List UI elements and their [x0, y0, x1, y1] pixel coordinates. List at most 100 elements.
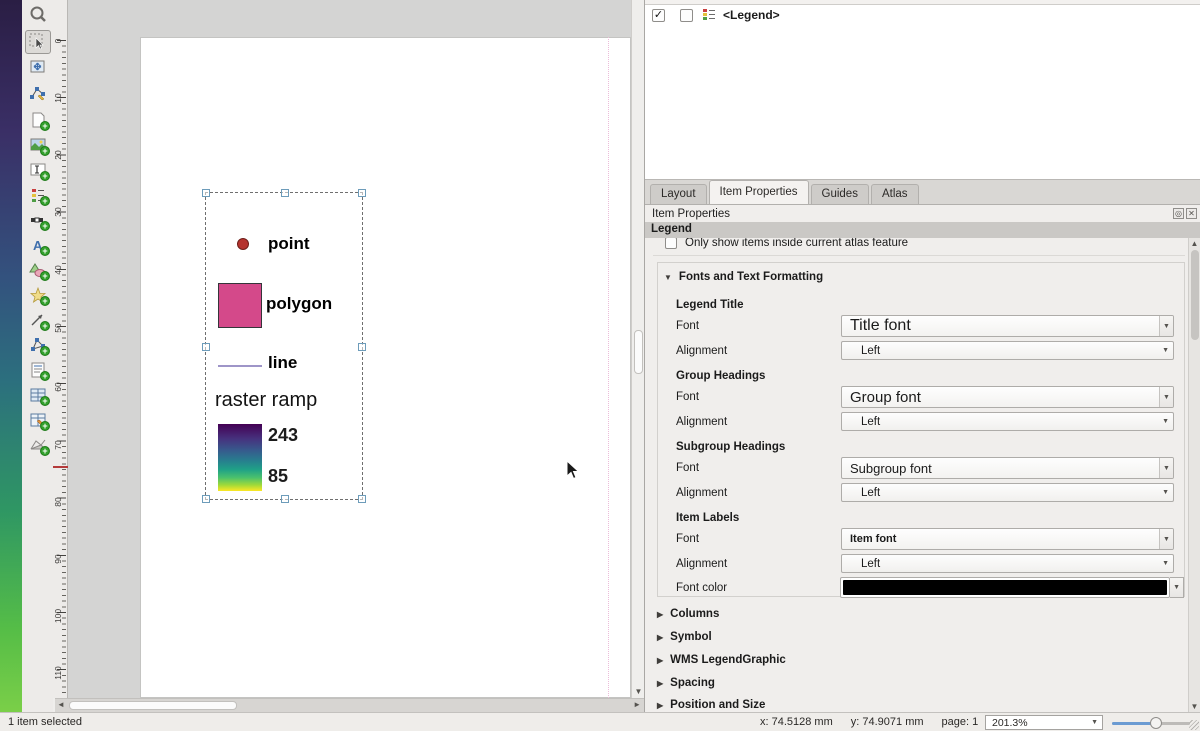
group-heading-legend-title: Legend Title [676, 299, 1184, 311]
add-picture-icon[interactable]: + [25, 133, 51, 157]
chevron-down-icon[interactable]: ▼ [1159, 387, 1173, 407]
window-resize-grip[interactable] [1189, 720, 1199, 730]
chevron-right-icon: ▶ [657, 633, 663, 642]
selected-legend-item[interactable]: point polygon line raster ramp 243 85 [205, 192, 363, 500]
subgroup-headings-font-button[interactable]: Subgroup font ▼ [841, 457, 1174, 479]
section-symbol[interactable]: ▶ Symbol [657, 629, 712, 645]
add-scalebar-icon[interactable]: + [25, 208, 51, 232]
add-legend-icon[interactable]: + [25, 183, 51, 207]
add-page-icon[interactable]: + [25, 108, 51, 132]
add-shape-icon[interactable]: + [25, 258, 51, 282]
section-spacing[interactable]: ▶ Spacing [657, 675, 715, 691]
panel-tabbar: Layout Item Properties Guides Atlas [645, 180, 1200, 205]
font-color-button[interactable] [840, 577, 1170, 598]
scroll-left-icon[interactable]: ◄ [57, 700, 65, 709]
legend-title-font-button[interactable]: Title font ▼ [841, 315, 1174, 337]
move-content-tool-icon[interactable] [25, 56, 51, 80]
raster-ramp-symbol [218, 424, 262, 491]
add-node-item-icon[interactable]: + [25, 333, 51, 357]
items-panel-list[interactable]: Item ✓ <Legend> [645, 0, 1200, 180]
group-headings-font-button[interactable]: Group font ▼ [841, 386, 1174, 408]
add-arrow-icon[interactable]: + [25, 308, 51, 332]
add-label-icon[interactable]: + [25, 158, 51, 182]
subgroup-headings-alignment-combo[interactable]: Left ▼ [841, 483, 1174, 502]
item-labels-font-button[interactable]: Item font ▼ [841, 528, 1174, 550]
tab-layout[interactable]: Layout [650, 184, 707, 204]
chevron-down-icon[interactable]: ▼ [1159, 529, 1173, 549]
chevron-right-icon: ▶ [657, 679, 663, 688]
chevron-down-icon[interactable]: ▼ [1170, 577, 1184, 598]
zoom-tool-icon[interactable] [25, 2, 51, 26]
polygon-symbol [218, 283, 262, 328]
cursor-x-readout: x: 74.5128 mm [760, 716, 833, 728]
legend-item-row[interactable]: ✓ <Legend> [645, 6, 780, 24]
ruler-label: 90 [53, 551, 63, 567]
line-symbol [218, 365, 262, 367]
close-panel-icon[interactable]: ✕ [1186, 208, 1197, 219]
legend-raster-title: raster ramp [215, 389, 317, 412]
selection-handle[interactable] [281, 189, 289, 197]
selection-handle[interactable] [202, 343, 210, 351]
qgis-layout-designer-window: + + + + + A+ + + + + + + [0, 0, 1200, 731]
ruler-label: 20 [53, 147, 63, 163]
add-fixed-table-icon[interactable]: + [25, 408, 51, 432]
tab-guides[interactable]: Guides [811, 184, 869, 204]
alignment-label: Alignment [676, 345, 841, 357]
group-headings-alignment-combo[interactable]: Left ▼ [841, 412, 1174, 431]
add-mesh-icon[interactable]: + [25, 433, 51, 457]
edit-nodes-tool-icon[interactable] [25, 82, 51, 106]
properties-scrollbar-thumb[interactable] [1191, 250, 1199, 340]
alignment-label: Alignment [676, 558, 841, 570]
selection-handle[interactable] [202, 189, 210, 197]
layout-canvas[interactable]: point polygon line raster ramp 243 85 [68, 0, 631, 698]
scroll-down-icon[interactable]: ▼ [1189, 702, 1200, 711]
zoom-slider[interactable] [1112, 722, 1190, 725]
visibility-checkbox[interactable]: ✓ [652, 9, 665, 22]
scroll-right-icon[interactable]: ► [633, 700, 641, 709]
tab-atlas[interactable]: Atlas [871, 184, 919, 204]
section-columns[interactable]: ▶ Columns [657, 606, 719, 622]
chevron-down-icon[interactable]: ▼ [1159, 316, 1173, 336]
canvas-horizontal-scrollbar[interactable]: ◄ ► [55, 698, 644, 712]
properties-scrollbar[interactable]: ▲ ▼ [1188, 238, 1200, 712]
chevron-down-icon: ▼ [1091, 719, 1098, 726]
chevron-down-icon[interactable]: ▼ [1159, 458, 1173, 478]
vertical-scrollbar-thumb[interactable] [634, 330, 643, 374]
font-value: Title font [850, 317, 911, 335]
tab-item-properties[interactable]: Item Properties [709, 180, 809, 204]
section-wms-legendgraphic[interactable]: ▶ WMS LegendGraphic [657, 652, 786, 668]
horizontal-scrollbar-thumb[interactable] [69, 701, 237, 710]
selection-status: 1 item selected [8, 716, 82, 728]
section-label: Symbol [670, 631, 712, 643]
lock-checkbox[interactable] [680, 9, 693, 22]
selection-handle[interactable] [358, 189, 366, 197]
legend-title-alignment-combo[interactable]: Left ▼ [841, 341, 1174, 360]
add-north-arrow-icon[interactable]: A+ [25, 233, 51, 257]
canvas-vertical-scrollbar[interactable]: ▼ [631, 0, 644, 698]
item-labels-alignment-combo[interactable]: Left ▼ [841, 554, 1174, 573]
font-value: Group font [850, 389, 921, 406]
select-move-item-tool-icon[interactable] [25, 30, 51, 54]
zoom-level-combo[interactable]: 201.3% ▼ [985, 715, 1103, 730]
page-readout: page: 1 [942, 716, 979, 728]
atlas-feature-label: Only show items inside current atlas fea… [685, 238, 908, 249]
selection-handle[interactable] [202, 495, 210, 503]
scroll-up-icon[interactable]: ▲ [1189, 239, 1200, 248]
chevron-down-icon: ▼ [1162, 489, 1169, 496]
chevron-right-icon: ▶ [657, 610, 663, 619]
ruler-label: 80 [53, 494, 63, 510]
fonts-section-header[interactable]: ▼ Fonts and Text Formatting [658, 263, 1184, 289]
float-panel-icon[interactable]: ◎ [1173, 208, 1184, 219]
add-attribute-table-icon[interactable]: + [25, 383, 51, 407]
add-marker-icon[interactable]: + [25, 283, 51, 307]
atlas-feature-checkbox[interactable] [665, 238, 677, 249]
atlas-feature-row[interactable]: Only show items inside current atlas fea… [665, 238, 908, 251]
ruler-label: 10 [53, 90, 63, 106]
add-html-icon[interactable]: + [25, 358, 51, 382]
section-position-and-size[interactable]: ▶ Position and Size [657, 697, 765, 712]
selection-handle[interactable] [281, 495, 289, 503]
section-label: Columns [670, 608, 719, 620]
zoom-slider-handle[interactable] [1150, 717, 1162, 729]
selection-handle[interactable] [358, 343, 366, 351]
selection-handle[interactable] [358, 495, 366, 503]
